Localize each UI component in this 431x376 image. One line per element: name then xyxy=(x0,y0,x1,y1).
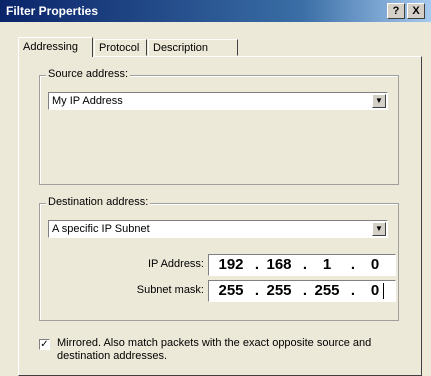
mask-separator: . xyxy=(302,282,308,299)
subnet-mask-field[interactable]: 255 . 255 . 255 . 0 xyxy=(208,280,396,302)
destination-address-dropdown[interactable]: A specific IP Subnet ▼ xyxy=(48,220,388,238)
mask-octet-1[interactable]: 255 xyxy=(213,282,249,299)
window-title: Filter Properties xyxy=(6,4,99,18)
text-caret xyxy=(383,283,384,299)
subnet-mask-label: Subnet mask: xyxy=(136,284,204,296)
mask-octet-2[interactable]: 255 xyxy=(261,282,297,299)
ip-separator: . xyxy=(350,256,356,273)
ip-address-field[interactable]: 192 . 168 . 1 . 0 xyxy=(208,254,396,276)
ip-address-label: IP Address: xyxy=(147,258,204,270)
mirrored-label[interactable]: Mirrored. Also match packets with the ex… xyxy=(57,337,397,363)
ip-octet-3[interactable]: 1 xyxy=(309,256,345,273)
ip-separator: . xyxy=(254,256,260,273)
mask-separator: . xyxy=(350,282,356,299)
tab-addressing[interactable]: Addressing xyxy=(18,37,93,57)
source-address-dropdown[interactable]: My IP Address ▼ xyxy=(48,92,388,110)
ip-octet-1[interactable]: 192 xyxy=(213,256,249,273)
tab-protocol[interactable]: Protocol xyxy=(94,39,147,56)
ip-octet-2[interactable]: 168 xyxy=(261,256,297,273)
destination-address-value: A specific IP Subnet xyxy=(52,223,150,235)
chevron-down-icon[interactable]: ▼ xyxy=(372,222,386,236)
addressing-panel: Source address: My IP Address ▼ Destinat… xyxy=(18,56,422,376)
destination-address-group: Destination address: A specific IP Subne… xyxy=(39,196,399,321)
mirrored-checkbox[interactable]: ✓ xyxy=(39,339,50,350)
mask-octet-3[interactable]: 255 xyxy=(309,282,345,299)
source-address-value: My IP Address xyxy=(52,95,123,107)
source-address-label: Source address: xyxy=(46,68,131,80)
mask-octet-4[interactable]: 0 xyxy=(357,282,393,299)
destination-address-label: Destination address: xyxy=(46,196,151,208)
ip-octet-4[interactable]: 0 xyxy=(357,256,393,273)
tab-description[interactable]: Description xyxy=(148,39,238,56)
title-bar[interactable]: Filter Properties ? X xyxy=(0,0,431,22)
ip-separator: . xyxy=(302,256,308,273)
close-button[interactable]: X xyxy=(407,3,425,19)
chevron-down-icon[interactable]: ▼ xyxy=(372,94,386,108)
help-button[interactable]: ? xyxy=(387,3,405,19)
mask-separator: . xyxy=(254,282,260,299)
source-address-group: Source address: My IP Address ▼ xyxy=(39,68,399,185)
